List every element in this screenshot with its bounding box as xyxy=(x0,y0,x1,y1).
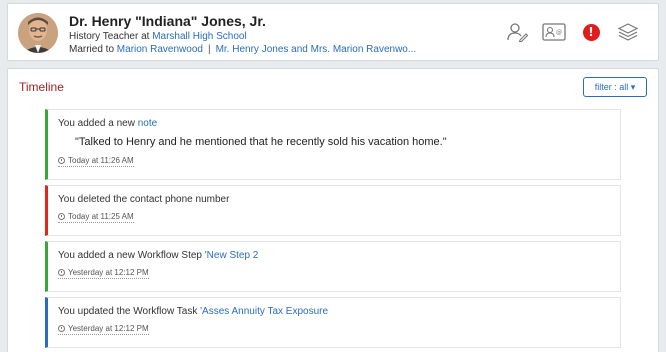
entry-description: You added a new Workflow Step 'New Step … xyxy=(58,250,258,261)
entry-timestamp: Yesterday at 12:12 PM xyxy=(58,324,149,335)
contact-occupation: History Teacher at Marshall High School xyxy=(69,31,247,42)
occupation-label: History Teacher at xyxy=(69,31,153,42)
entry-text: You added a new xyxy=(58,118,138,129)
school-link[interactable]: Marshall High School xyxy=(152,31,247,42)
layers-icon[interactable] xyxy=(616,21,640,43)
entry-description: You added a new note xyxy=(58,118,157,129)
portrait-image xyxy=(18,13,58,53)
timeline-panel: Timeline filter : all ▾ You added a new … xyxy=(7,68,659,352)
contact-relations: Married to Marion Ravenwood | Mr. Henry Jo… xyxy=(69,44,416,55)
household-link[interactable]: Mr. Henry Jones and Mrs. Marion Ravenwo.… xyxy=(216,44,417,55)
entry-timestamp: Today at 11:25 AM xyxy=(58,212,134,223)
contact-card-icon[interactable]: @ xyxy=(542,21,566,43)
filter-dropdown[interactable]: filter : all ▾ xyxy=(583,77,647,97)
timeline-entry-workflow-task: You updated the Workflow Task 'Asses Ann… xyxy=(45,297,621,348)
clock-icon xyxy=(58,269,65,276)
workflow-step-link[interactable]: 'New Step 2 xyxy=(205,250,259,261)
clock-icon xyxy=(58,213,65,220)
timestamp-text: Yesterday at 12:12 PM xyxy=(68,268,149,277)
entry-timestamp: Today at 11:26 AM xyxy=(58,156,134,167)
spouse-link[interactable]: Marion Ravenwood xyxy=(117,44,203,55)
header-actions: @ ! xyxy=(492,21,640,43)
contact-header: Dr. Henry "Indiana" Jones, Jr. History T… xyxy=(7,3,659,61)
timeline-title: Timeline xyxy=(19,80,64,94)
timestamp-text: Yesterday at 12:12 PM xyxy=(68,324,149,333)
alert-glyph: ! xyxy=(582,23,600,41)
timeline-entry-deleted: You deleted the contact phone number Tod… xyxy=(45,185,621,236)
clock-icon xyxy=(58,325,65,332)
entry-description: You deleted the contact phone number xyxy=(58,194,230,205)
note-link[interactable]: note xyxy=(138,118,157,129)
workflow-task-link[interactable]: 'Asses Annuity Tax Exposure xyxy=(200,306,328,317)
alert-icon[interactable]: ! xyxy=(579,21,603,43)
entry-text: You added a new Workflow Step xyxy=(58,250,205,261)
note-quote: "Talked to Henry and he mentioned that h… xyxy=(75,136,447,148)
contact-name: Dr. Henry "Indiana" Jones, Jr. xyxy=(69,13,266,29)
timestamp-text: Today at 11:25 AM xyxy=(68,212,134,221)
svg-text:@: @ xyxy=(556,29,562,36)
timeline-entry-workflow-step: You added a new Workflow Step 'New Step … xyxy=(45,241,621,292)
separator: | xyxy=(207,44,211,55)
entry-text: You updated the Workflow Task xyxy=(58,306,201,317)
married-label: Married to xyxy=(69,44,117,55)
timeline-entry-note: You added a new note "Talked to Henry an… xyxy=(45,109,621,180)
clock-icon xyxy=(58,157,65,164)
entry-description: You updated the Workflow Task 'Asses Ann… xyxy=(58,306,328,317)
avatar[interactable] xyxy=(18,13,58,53)
timestamp-text: Today at 11:26 AM xyxy=(68,156,134,165)
entry-timestamp: Yesterday at 12:12 PM xyxy=(58,268,149,279)
person-edit-icon[interactable] xyxy=(505,21,529,43)
